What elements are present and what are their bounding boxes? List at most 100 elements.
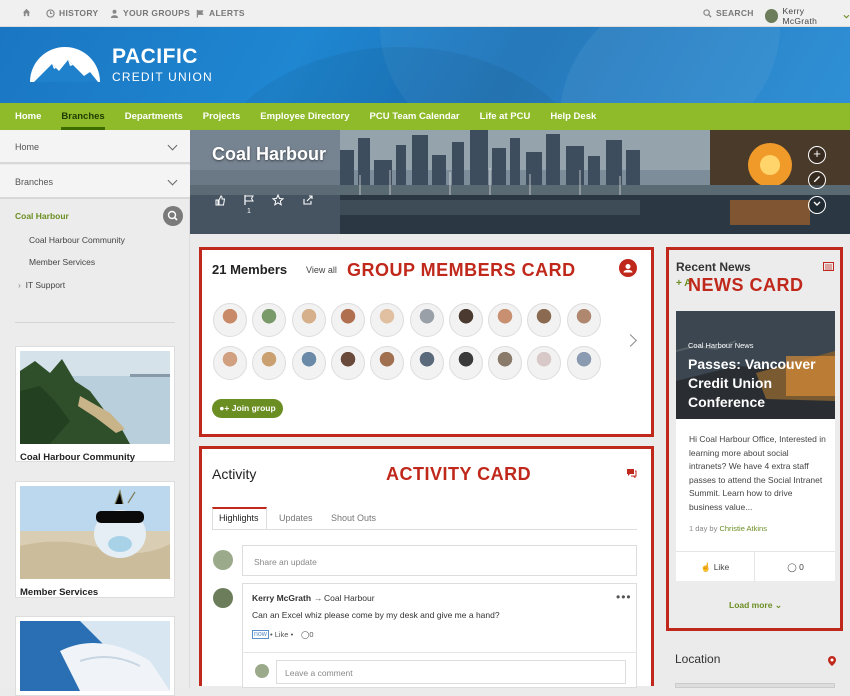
group-icon[interactable]	[619, 259, 637, 277]
nav-help-desk[interactable]: Help Desk	[540, 103, 606, 130]
user-menu[interactable]: Kerry McGrath	[765, 6, 850, 26]
news-author[interactable]: Christie Atkins	[719, 524, 767, 533]
news-category: Coal Harbour News	[688, 341, 754, 350]
chevron-down-icon	[167, 140, 178, 151]
member-avatar[interactable]	[566, 346, 601, 380]
expand-button[interactable]	[808, 196, 826, 214]
brand-banner: PACIFIC CREDIT UNION	[0, 27, 850, 103]
news-headline[interactable]: Passes: Vancouver Credit Union Conferenc…	[688, 355, 828, 412]
member-avatar[interactable]	[330, 346, 365, 380]
sidebar-item-home[interactable]: Home	[0, 130, 190, 164]
alerts-link[interactable]: ALERTS	[196, 8, 245, 18]
news-like-button[interactable]: ☝ Like	[676, 552, 755, 582]
member-avatar[interactable]	[330, 303, 365, 337]
like-icon[interactable]	[214, 194, 226, 206]
comment-input[interactable]: Leave a comment	[276, 660, 626, 684]
your-groups-link[interactable]: YOUR GROUPS	[110, 8, 190, 18]
pencil-icon	[814, 176, 820, 182]
sidebar-item-branches[interactable]: Branches	[0, 165, 190, 199]
avatar	[255, 664, 269, 678]
news-comments-button[interactable]: ◯ 0	[756, 552, 835, 582]
nav-employee-directory[interactable]: Employee Directory	[250, 103, 359, 130]
chevron-right-icon: ›	[18, 280, 21, 290]
brand-name: PACIFIC	[112, 45, 198, 68]
member-avatar[interactable]	[370, 346, 405, 380]
nav-departments[interactable]: Departments	[115, 103, 193, 130]
star-icon[interactable]	[272, 194, 284, 206]
nav-branches[interactable]: Branches	[51, 103, 114, 130]
member-avatar[interactable]	[370, 303, 405, 337]
sidebar-item-label: Home	[15, 142, 40, 152]
member-avatar[interactable]	[409, 303, 444, 337]
post-comments[interactable]: ◯0	[301, 630, 314, 639]
tab-highlights[interactable]: Highlights	[219, 513, 259, 523]
comments-icon[interactable]	[626, 468, 637, 478]
join-group-button[interactable]: ●+ Join group	[212, 399, 283, 418]
edit-button[interactable]	[808, 171, 826, 189]
member-avatar[interactable]	[448, 346, 483, 380]
member-avatar[interactable]	[213, 303, 247, 337]
map-panel[interactable]	[675, 683, 835, 688]
arrow-right-icon: →	[314, 593, 323, 603]
tile-coal-harbour-community[interactable]: Coal Harbour Community	[15, 346, 175, 463]
like-icon: ☝	[700, 562, 712, 572]
logo-icon[interactable]	[28, 42, 102, 82]
search-link[interactable]: SEARCH	[703, 8, 754, 18]
member-avatar[interactable]	[409, 346, 444, 380]
sidebar-item-label: Branches	[15, 177, 54, 187]
news-title: Recent News	[676, 260, 751, 274]
comment-placeholder: Leave a comment	[285, 668, 353, 678]
chevron-down-icon	[167, 175, 178, 186]
home-icon[interactable]	[22, 8, 31, 17]
tile-it-support[interactable]	[15, 616, 175, 696]
search-icon	[167, 210, 178, 221]
share-icon[interactable]	[302, 194, 314, 206]
member-avatar[interactable]	[291, 346, 326, 380]
alerts-label: ALERTS	[209, 8, 245, 18]
history-link[interactable]: HISTORY	[46, 8, 98, 18]
load-more-label: Load more	[729, 600, 773, 610]
post-target-group[interactable]: Coal Harbour	[324, 593, 375, 603]
sidebar-search-button[interactable]	[163, 206, 183, 226]
news-body: Hi Coal Harbour Office, Interested in le…	[676, 419, 835, 551]
tab-shout-outs[interactable]: Shout Outs	[331, 513, 376, 523]
member-avatar[interactable]	[213, 346, 247, 380]
share-update-input[interactable]: Share an update	[242, 545, 637, 576]
search-label: SEARCH	[716, 8, 754, 18]
news-meta-prefix: 1 day by	[689, 524, 718, 533]
view-all-members-link[interactable]: View all	[306, 265, 337, 275]
post-author[interactable]: Kerry McGrath	[252, 593, 311, 603]
post-like-link[interactable]: Like	[275, 630, 289, 639]
flag-icon[interactable]	[243, 194, 255, 206]
nav-team-calendar[interactable]: PCU Team Calendar	[360, 103, 470, 130]
tile-member-services[interactable]: Member Services	[15, 481, 175, 598]
comment-icon: ◯	[787, 562, 797, 572]
post-actions: • Like •	[270, 630, 294, 639]
member-avatar[interactable]	[291, 303, 326, 337]
post-comment-count: 0	[309, 630, 314, 639]
members-count: 21 Members	[212, 262, 288, 277]
chevron-down-icon	[813, 201, 821, 206]
load-more-news-button[interactable]: Load more ⌄	[676, 600, 835, 611]
member-avatar[interactable]	[448, 303, 483, 337]
member-avatar[interactable]	[488, 346, 523, 380]
sidebar-subitem-it-support[interactable]: › IT Support	[18, 280, 65, 290]
sidebar-subitem-community[interactable]: Coal Harbour Community	[29, 235, 125, 245]
add-button[interactable]: +	[808, 146, 826, 164]
newspaper-icon[interactable]	[823, 262, 834, 271]
news-annotation: NEWS CARD	[688, 275, 804, 295]
tile-caption: Member Services	[20, 587, 99, 598]
member-avatar[interactable]	[566, 303, 601, 337]
tab-updates[interactable]: Updates	[279, 513, 313, 523]
top-bar: HISTORY YOUR GROUPS ALERTS SEARCH Kerry …	[0, 0, 850, 27]
nav-projects[interactable]: Projects	[193, 103, 251, 130]
user-name: Kerry McGrath	[782, 6, 818, 26]
plus-icon: +	[813, 146, 821, 161]
nav-home[interactable]: Home	[5, 103, 51, 130]
member-avatar[interactable]	[488, 303, 523, 337]
activity-title: Activity	[212, 466, 257, 482]
nav-life-at-pcu[interactable]: Life at PCU	[470, 103, 541, 130]
sidebar-subitem-member-services[interactable]: Member Services	[29, 257, 95, 267]
more-options-icon[interactable]: •••	[616, 590, 632, 604]
sidebar-current-group[interactable]: Coal Harbour	[15, 211, 69, 221]
